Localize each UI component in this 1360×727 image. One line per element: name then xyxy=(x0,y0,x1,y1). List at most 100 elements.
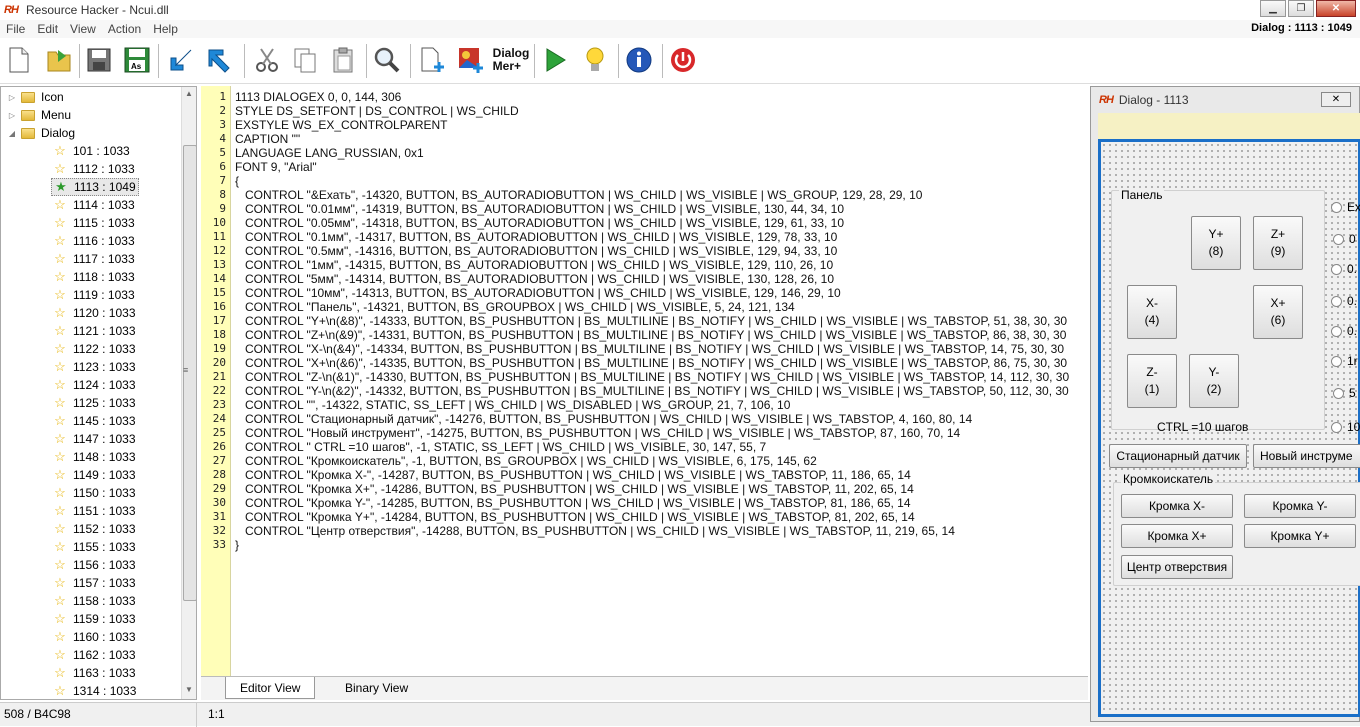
code-line[interactable]: CONTROL "Z-\n(&1)", -14330, BUTTON, BS_P… xyxy=(235,370,1069,384)
tree-item[interactable]: ☆ 1124 : 1033 xyxy=(53,376,135,394)
menu-view[interactable]: View xyxy=(64,22,102,36)
menu-file[interactable]: File xyxy=(0,22,31,36)
edge-y-minus-button[interactable]: Кромка Y- xyxy=(1244,494,1356,518)
add-resource-button[interactable] xyxy=(418,44,448,76)
open-button[interactable] xyxy=(44,44,74,76)
tree-item[interactable]: ☆ 1122 : 1033 xyxy=(53,340,135,358)
tree-item[interactable]: ☆ 1118 : 1033 xyxy=(53,268,134,286)
paste-button[interactable] xyxy=(328,44,358,76)
step-radio[interactable]: 0 xyxy=(1333,232,1356,246)
import-button[interactable] xyxy=(166,44,196,76)
tree-folder-1[interactable]: ▷ Menu xyxy=(7,106,71,124)
close-button[interactable]: ✕ xyxy=(1316,0,1356,17)
tree-item[interactable]: ☆ 1125 : 1033 xyxy=(53,394,135,412)
tree-item[interactable]: ☆ 1162 : 1033 xyxy=(53,646,135,664)
code-line[interactable]: FONT 9, "Arial" xyxy=(235,160,317,174)
tree-item[interactable]: ☆ 1148 : 1033 xyxy=(53,448,135,466)
run-button[interactable] xyxy=(540,44,570,76)
code-line[interactable]: CONTROL "5мм", -14314, BUTTON, BS_AUTORA… xyxy=(235,272,834,286)
tab-editor-view[interactable]: Editor View xyxy=(225,677,316,699)
tree-item[interactable]: ☆ 1160 : 1033 xyxy=(53,628,135,646)
tree-item[interactable]: ☆ 1159 : 1033 xyxy=(53,610,135,628)
code-line[interactable]: CONTROL "10мм", -14313, BUTTON, BS_AUTOR… xyxy=(235,286,841,300)
code-line[interactable]: CONTROL "0.5мм", -14316, BUTTON, BS_AUTO… xyxy=(235,244,837,258)
menu-help[interactable]: Help xyxy=(147,22,184,36)
code-line[interactable]: CONTROL "0.01мм", -14319, BUTTON, BS_AUT… xyxy=(235,202,844,216)
code-line[interactable]: CAPTION "" xyxy=(235,132,300,146)
y-minus-button[interactable]: Y- (2) xyxy=(1189,354,1239,408)
tree-item[interactable]: ☆ 1114 : 1033 xyxy=(53,196,134,214)
find-button[interactable] xyxy=(372,44,402,76)
save-button[interactable] xyxy=(84,44,114,76)
code-line[interactable]: LANGUAGE LANG_RUSSIAN, 0x1 xyxy=(235,146,424,160)
menu-edit[interactable]: Edit xyxy=(31,22,64,36)
step-radio[interactable]: 5 xyxy=(1333,386,1356,400)
code-line[interactable]: CONTROL "Z+\n(&9)", -14331, BUTTON, BS_P… xyxy=(235,328,1066,342)
tree-folder-2[interactable]: ◢ Dialog xyxy=(7,124,75,142)
new-tool-button[interactable]: Новый инструме xyxy=(1253,444,1360,468)
code-line[interactable]: CONTROL "Кромка Y+", -14284, BUTTON, BS_… xyxy=(235,510,915,524)
tree-item[interactable]: ☆ 1112 : 1033 xyxy=(53,160,134,178)
code-line[interactable]: CONTROL "", -14322, STATIC, SS_LEFT | WS… xyxy=(235,398,790,412)
export-button[interactable] xyxy=(204,44,234,76)
tab-binary-view[interactable]: Binary View xyxy=(331,677,422,699)
cut-button[interactable] xyxy=(252,44,282,76)
tree-item[interactable]: ☆ 1120 : 1033 xyxy=(53,304,135,322)
tree-item[interactable]: ☆ 1163 : 1033 xyxy=(53,664,135,682)
x-minus-button[interactable]: X- (4) xyxy=(1127,285,1177,339)
step-radio[interactable]: 10 xyxy=(1331,420,1360,434)
tree-item[interactable]: ☆ 1158 : 1033 xyxy=(53,592,135,610)
copy-button[interactable] xyxy=(290,44,320,76)
code-line[interactable]: CONTROL "Кромка Y-", -14285, BUTTON, BS_… xyxy=(235,496,911,510)
dialog-canvas[interactable]: Панель Y+ (8) Z+ (9) X- (4) X+ (6) Z- (1… xyxy=(1098,139,1360,717)
expander-icon[interactable]: ▷ xyxy=(7,111,17,120)
x-plus-button[interactable]: X+ (6) xyxy=(1253,285,1303,339)
z-minus-button[interactable]: Z- (1) xyxy=(1127,354,1177,408)
code-line[interactable]: 1113 DIALOGEX 0, 0, 144, 306 xyxy=(235,90,401,104)
code-line[interactable]: CONTROL "X+\n(&6)", -14335, BUTTON, BS_P… xyxy=(235,356,1067,370)
code-line[interactable]: CONTROL "Новый инструмент", -14275, BUTT… xyxy=(235,426,960,440)
tree-item[interactable]: ☆ 1115 : 1033 xyxy=(53,214,134,232)
tips-button[interactable] xyxy=(580,44,610,76)
code-line[interactable]: CONTROL "Центр отверствия", -14288, BUTT… xyxy=(235,524,955,538)
about-button[interactable] xyxy=(624,44,654,76)
code-line[interactable]: CONTROL "0.05мм", -14318, BUTTON, BS_AUT… xyxy=(235,216,844,230)
tree-item[interactable]: ☆ 1150 : 1033 xyxy=(53,484,135,502)
code-line[interactable]: CONTROL "Кромкоискатель", -1, BUTTON, BS… xyxy=(235,454,817,468)
tree-item[interactable]: ☆ 1147 : 1033 xyxy=(53,430,135,448)
code-line[interactable]: CONTROL "Панель", -14321, BUTTON, BS_GRO… xyxy=(235,300,795,314)
tree-item[interactable]: ☆ 1314 : 1033 xyxy=(53,682,136,699)
tree-item[interactable]: ☆ 1157 : 1033 xyxy=(53,574,135,592)
tree-item[interactable]: ☆ 1155 : 1033 xyxy=(53,538,135,556)
expander-icon[interactable]: ▷ xyxy=(7,93,17,102)
edge-y-plus-button[interactable]: Кромка Y+ xyxy=(1244,524,1356,548)
step-radio[interactable]: Ex xyxy=(1331,200,1360,214)
code-line[interactable]: CONTROL "&Ехать", -14320, BUTTON, BS_AUT… xyxy=(235,188,922,202)
code-line[interactable]: CONTROL "0.1мм", -14317, BUTTON, BS_AUTO… xyxy=(235,230,837,244)
restore-button[interactable]: ❐ xyxy=(1288,0,1314,17)
code-line[interactable]: CONTROL "Кромка X-", -14287, BUTTON, BS_… xyxy=(235,468,911,482)
menu-action[interactable]: Action xyxy=(102,22,147,36)
code-line[interactable]: CONTROL "Кромка X+", -14286, BUTTON, BS_… xyxy=(235,482,914,496)
tree-item[interactable]: ☆ 1145 : 1033 xyxy=(53,412,135,430)
step-radio[interactable]: 0. xyxy=(1331,324,1357,338)
pane-splitter-icon[interactable]: ≡ xyxy=(183,365,191,377)
tree-folder-0[interactable]: ▷ Icon xyxy=(7,88,64,106)
code-line[interactable]: STYLE DS_SETFONT | DS_CONTROL | WS_CHILD xyxy=(235,104,519,118)
y-plus-button[interactable]: Y+ (8) xyxy=(1191,216,1241,270)
minimize-button[interactable]: ▁ xyxy=(1260,0,1286,17)
dialog-menu-button[interactable]: Dialog Mer+ xyxy=(493,44,530,76)
code-line[interactable]: { xyxy=(235,174,239,188)
tree-item[interactable]: ☆ 1119 : 1033 xyxy=(53,286,134,304)
code-line[interactable]: CONTROL " CTRL =10 шагов", -1, STATIC, S… xyxy=(235,440,766,454)
tree-item[interactable]: ☆ 1116 : 1033 xyxy=(53,232,134,250)
step-radio[interactable]: 1r xyxy=(1331,354,1358,368)
code-line[interactable]: EXSTYLE WS_EX_CONTROLPARENT xyxy=(235,118,448,132)
tree-item[interactable]: ☆ 1151 : 1033 xyxy=(53,502,135,520)
tree-scrollbar[interactable]: ▲ ▼ xyxy=(181,87,196,699)
step-radio[interactable]: 0. xyxy=(1331,262,1357,276)
scroll-up-icon[interactable]: ▲ xyxy=(185,89,193,98)
tree-item[interactable]: ☆ 101 : 1033 xyxy=(53,142,130,160)
edge-x-minus-button[interactable]: Кромка X- xyxy=(1121,494,1233,518)
tree-item[interactable]: ★ 1113 : 1049 xyxy=(51,178,139,196)
